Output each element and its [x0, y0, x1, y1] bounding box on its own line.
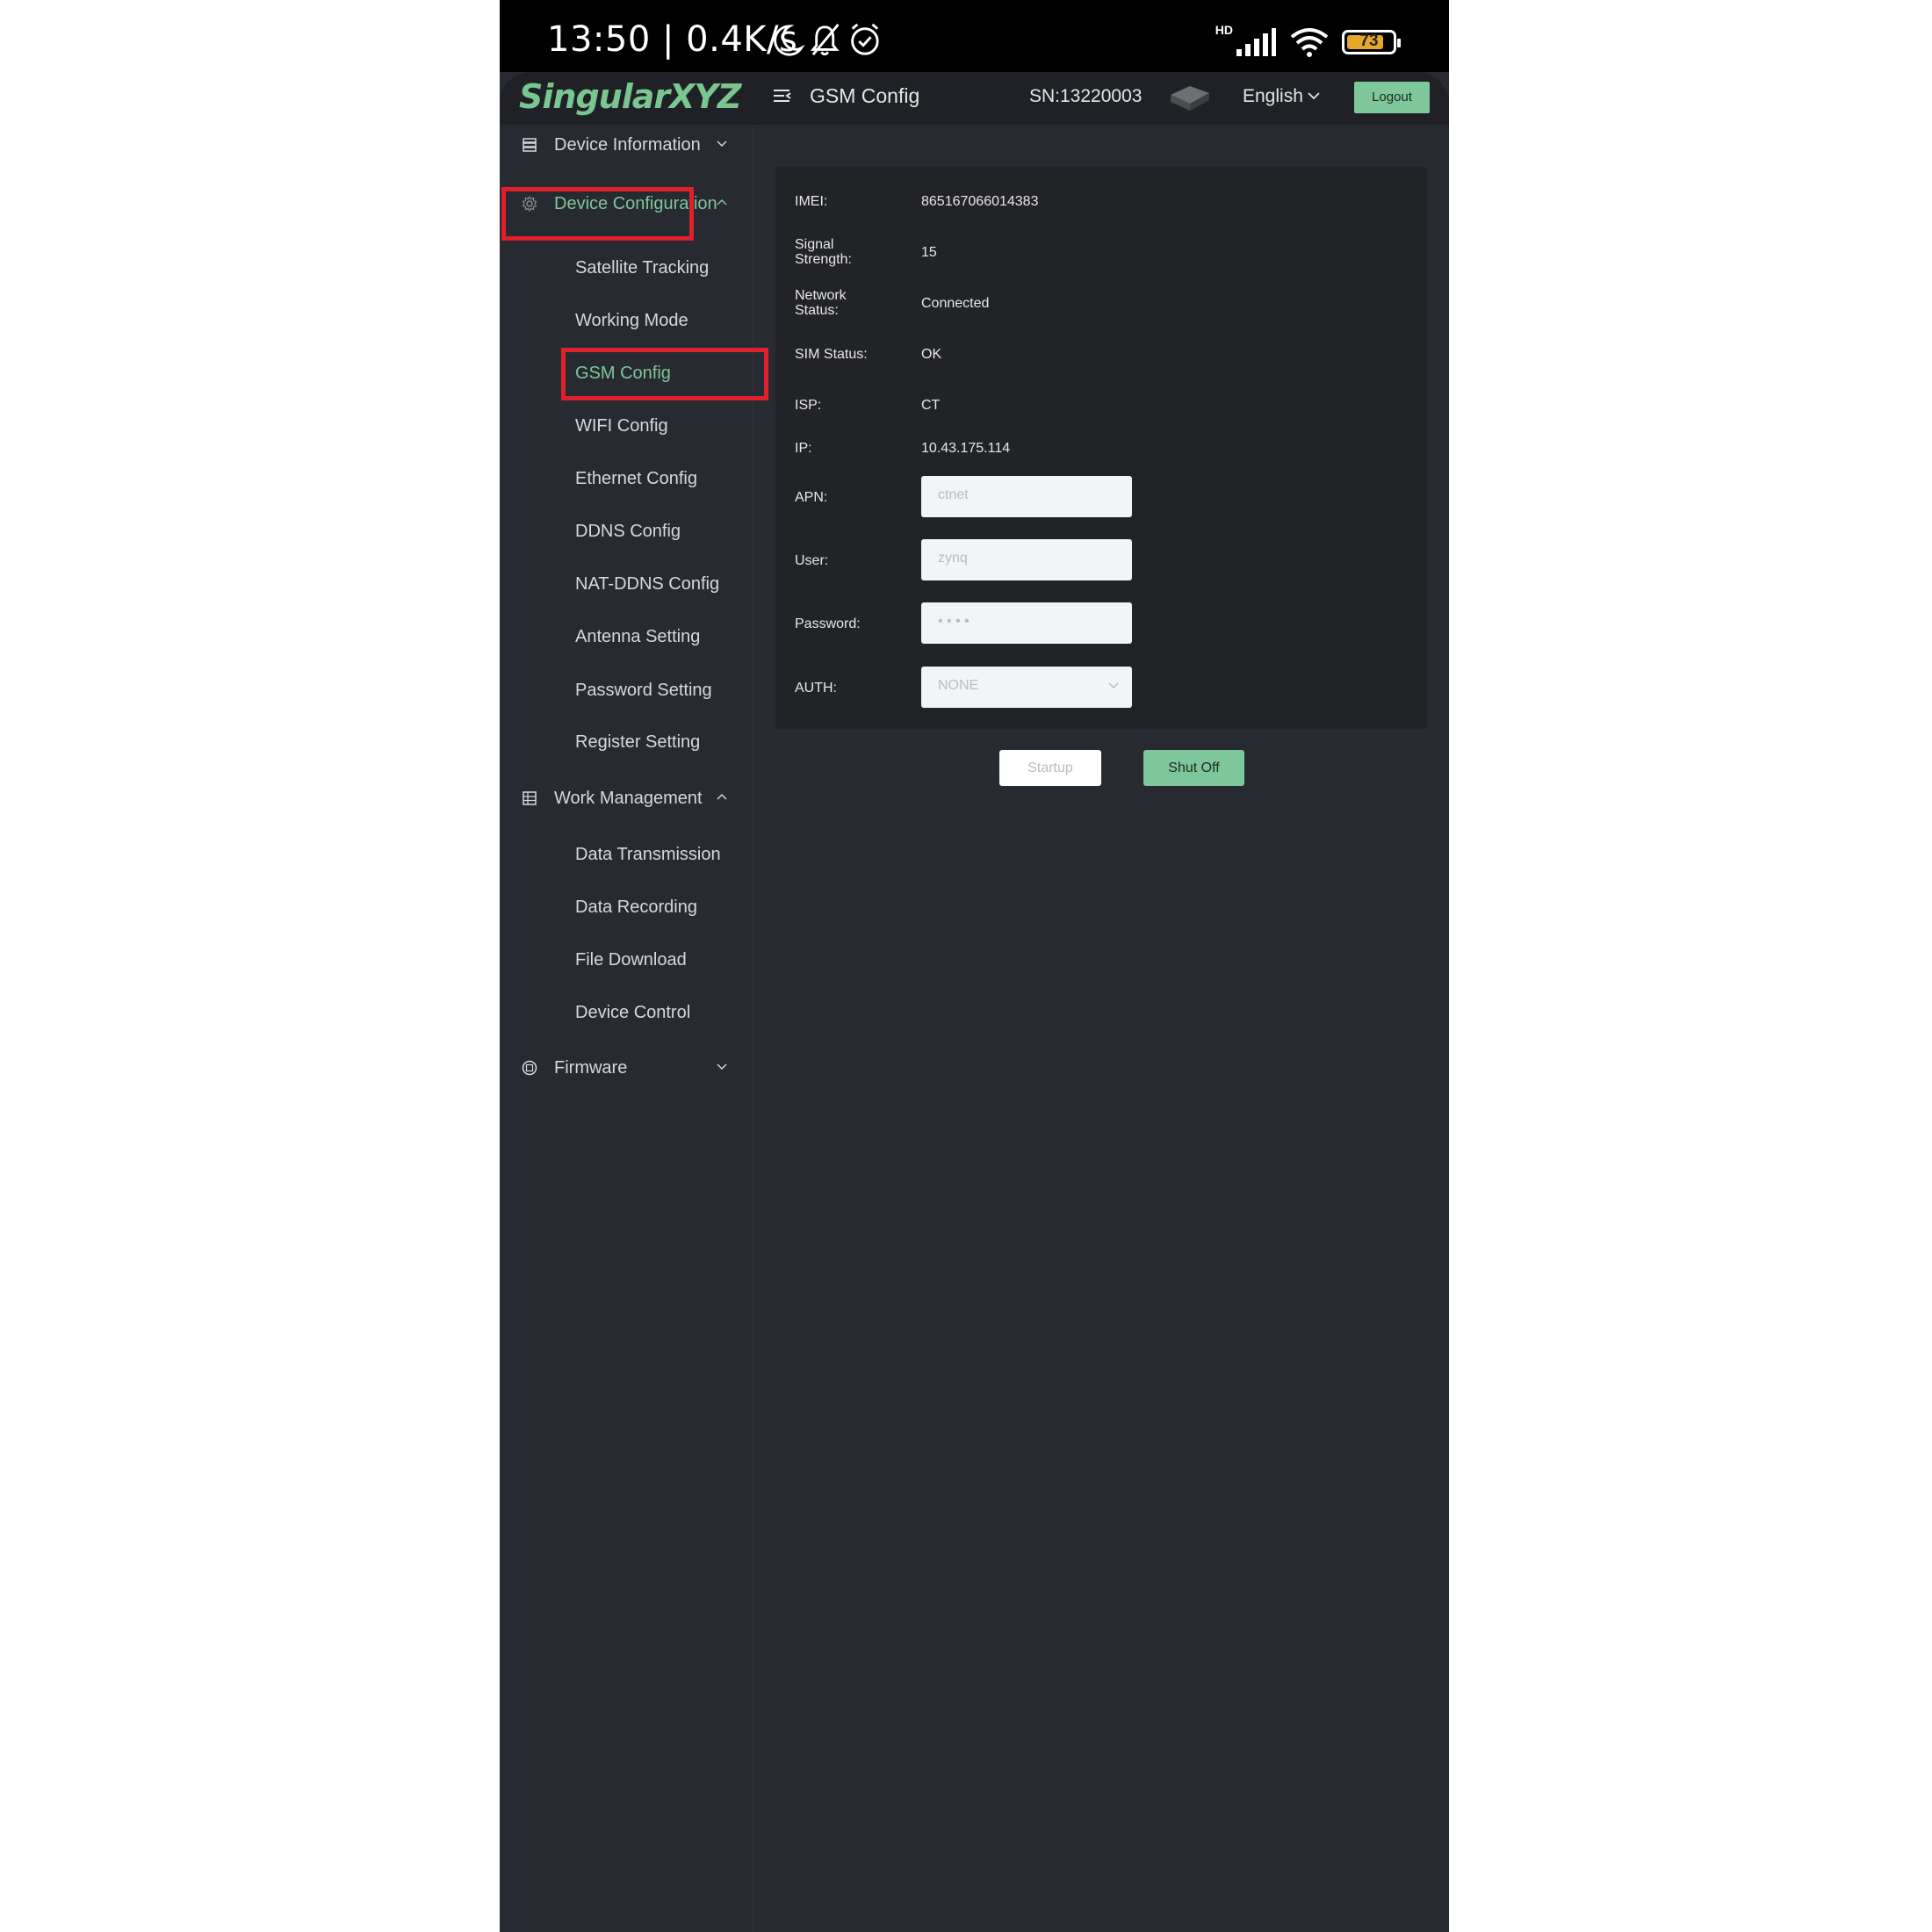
brand-logo[interactable]: SingularXYZ	[519, 77, 741, 116]
nav-ddns-config[interactable]: DDNS Config	[575, 522, 681, 542]
password-masked: • • • •	[938, 614, 970, 629]
nav-firmware[interactable]: Firmware	[500, 1048, 753, 1088]
nav-file-download[interactable]: File Download	[575, 950, 687, 970]
highlight-gsm-config	[561, 348, 768, 400]
chip-icon	[522, 1060, 537, 1076]
gsm-config-panel	[775, 167, 1427, 729]
auth-selected-value: NONE	[938, 678, 979, 693]
sim-status-label: SIM Status:	[795, 347, 868, 362]
network-status-value: Connected	[921, 296, 990, 311]
auth-select[interactable]: NONE	[921, 667, 1132, 708]
chevron-down-icon[interactable]	[1306, 88, 1322, 104]
chevron-down-icon	[717, 141, 727, 148]
chevron-down-icon	[1108, 682, 1119, 688]
imei-value: 865167066014383	[921, 194, 1039, 209]
nav-data-recording[interactable]: Data Recording	[575, 898, 697, 918]
nav-device-information[interactable]: Device Information	[500, 125, 753, 165]
server-icon	[523, 138, 537, 152]
nav-nat-ddns-config[interactable]: NAT-DDNS Config	[575, 574, 719, 595]
nav-antenna-setting[interactable]: Antenna Setting	[575, 627, 700, 647]
network-status-label-line2: Status:	[795, 303, 839, 318]
startup-button[interactable]: Startup	[999, 750, 1101, 786]
list-icon	[523, 791, 537, 805]
app-header: SingularXYZ GSM Config SN:13220003 Engli…	[500, 72, 1449, 125]
user-label: User:	[795, 553, 829, 568]
signal-icon	[1236, 28, 1276, 56]
language-select[interactable]: English	[1243, 86, 1303, 107]
ip-value: 10.43.175.114	[921, 441, 1011, 456]
network-status-label: Network Status:	[795, 288, 847, 318]
serial-number: SN:13220003	[1029, 86, 1143, 106]
user-placeholder: zynq	[938, 551, 968, 566]
signal-strength-label-line2: Strength:	[795, 252, 852, 267]
menu-toggle-icon[interactable]	[772, 86, 793, 107]
status-bar: 13:50 | 0.4K/s HD 73	[500, 0, 1449, 72]
wifi-icon	[1290, 28, 1329, 57]
status-time: 13:50 | 0.4K/s	[547, 19, 798, 60]
nav-satellite-tracking[interactable]: Satellite Tracking	[575, 258, 709, 278]
logout-button[interactable]: Logout	[1354, 82, 1430, 113]
nav-ethernet-config[interactable]: Ethernet Config	[575, 469, 697, 489]
ip-label: IP:	[795, 441, 812, 456]
receiver-device-icon	[1171, 86, 1209, 111]
signal-strength-value: 15	[921, 245, 937, 260]
chevron-up-icon	[717, 793, 727, 800]
apn-label: APN:	[795, 490, 828, 505]
nav-group-label: Firmware	[554, 1058, 628, 1078]
alarm-icon	[851, 23, 879, 55]
network-status-label-line1: Network	[795, 288, 847, 303]
nav-password-setting[interactable]: Password Setting	[575, 681, 712, 701]
status-icons	[774, 23, 879, 56]
page-title: GSM Config	[810, 84, 920, 107]
apn-placeholder: ctnet	[938, 487, 969, 502]
chevron-up-icon	[717, 198, 727, 205]
password-label: Password:	[795, 616, 861, 631]
nav-data-transmission[interactable]: Data Transmission	[575, 845, 721, 865]
auth-label: AUTH:	[795, 681, 837, 696]
nav-group-label: Work Management	[554, 789, 703, 808]
nav-group-label: Device Information	[554, 135, 701, 155]
user-input[interactable]: zynq	[921, 539, 1132, 580]
nav-device-control[interactable]: Device Control	[575, 1003, 690, 1023]
signal-strength-label-line1: Signal	[795, 237, 834, 252]
isp-label: ISP:	[795, 398, 822, 413]
isp-value: CT	[921, 398, 941, 413]
signal-strength-label: Signal Strength:	[795, 237, 852, 267]
highlight-device-configuration	[501, 187, 694, 241]
apn-input[interactable]: ctnet	[921, 476, 1132, 517]
battery-level: 73	[1359, 32, 1379, 50]
imei-label: IMEI:	[795, 194, 828, 209]
sidebar: Device Information Device Configuration …	[500, 125, 768, 1932]
nav-working-mode[interactable]: Working Mode	[575, 311, 688, 331]
moon-icon	[774, 25, 805, 56]
chevron-down-icon	[717, 1063, 727, 1071]
nav-work-management[interactable]: Work Management	[500, 778, 753, 818]
shut-off-button[interactable]: Shut Off	[1143, 750, 1244, 786]
nav-wifi-config[interactable]: WIFI Config	[575, 416, 668, 436]
nav-register-setting[interactable]: Register Setting	[575, 732, 700, 753]
password-input[interactable]: • • • •	[921, 602, 1132, 644]
phone-screen: 13:50 | 0.4K/s HD 73 SingularXYZ GSM Con…	[500, 0, 1449, 1932]
battery-icon: 73	[1342, 30, 1401, 54]
bell-off-icon	[810, 23, 840, 56]
sim-status-value: OK	[921, 347, 942, 362]
status-right: HD 73	[1215, 23, 1401, 61]
hd-label: HD	[1215, 23, 1233, 37]
